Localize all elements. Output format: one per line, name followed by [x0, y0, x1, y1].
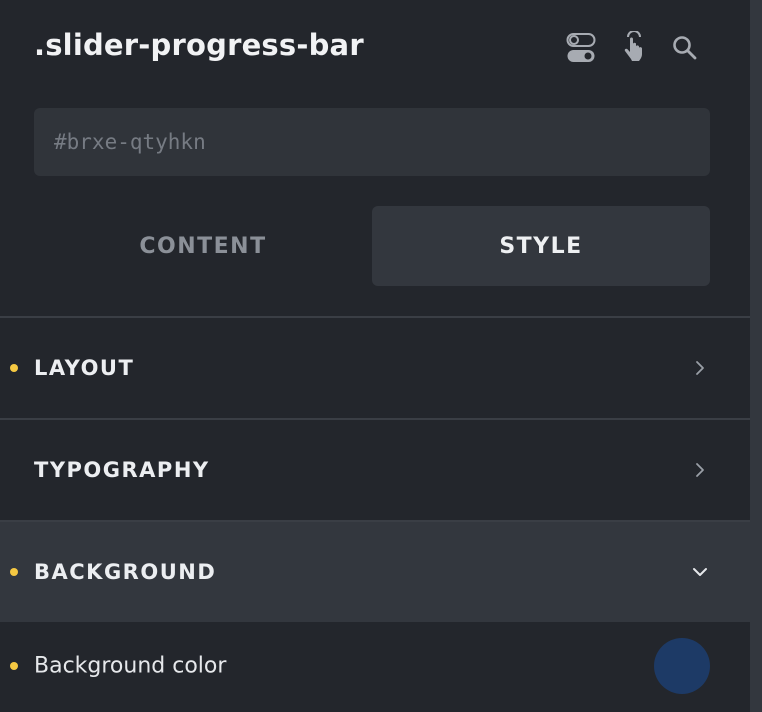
section-label: BACKGROUND — [34, 560, 217, 584]
background-color-label: Background color — [34, 653, 227, 679]
chevron-right-icon — [688, 458, 712, 482]
panel-header: .slider-progress-bar — [0, 0, 750, 100]
section-label: LAYOUT — [34, 356, 135, 380]
chevron-down-icon — [688, 560, 712, 584]
tab-content[interactable]: CONTENT — [34, 206, 372, 286]
tab-style[interactable]: STYLE — [372, 206, 710, 286]
value-indicator-dot — [10, 662, 18, 670]
value-indicator-dot — [10, 568, 18, 576]
section-layout[interactable]: LAYOUT — [0, 318, 750, 418]
scrollbar[interactable] — [750, 0, 762, 712]
color-picker-swatch[interactable] — [654, 638, 710, 694]
chevron-right-icon — [688, 356, 712, 380]
section-typography[interactable]: TYPOGRAPHY — [0, 420, 750, 520]
style-panel: .slider-progress-bar CONTENT STYLE — [0, 0, 750, 712]
toggle-icon[interactable] — [564, 30, 598, 66]
panel-tabs: CONTENT STYLE — [34, 206, 710, 286]
search-icon[interactable] — [668, 30, 702, 66]
value-indicator-dot — [10, 364, 18, 372]
pointer-hand-icon[interactable] — [617, 30, 651, 66]
css-id-input[interactable] — [34, 108, 710, 176]
element-title: .slider-progress-bar — [34, 28, 364, 62]
background-color-control: Background color — [0, 622, 750, 712]
section-label: TYPOGRAPHY — [34, 458, 210, 482]
section-background[interactable]: BACKGROUND — [0, 522, 750, 622]
